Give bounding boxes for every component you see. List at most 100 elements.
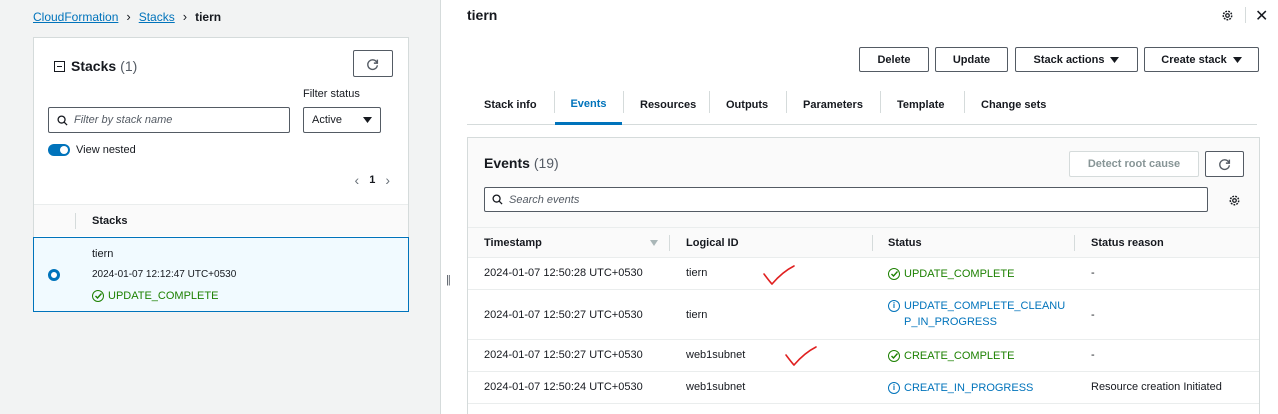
tab-outputs[interactable]: Outputs bbox=[726, 85, 768, 125]
event-status: i UPDATE_COMPLETE_CLEANU P_IN_PROGRESS bbox=[888, 298, 1065, 330]
chevron-right-icon: › bbox=[126, 9, 131, 24]
detect-root-cause-label: Detect root cause bbox=[1087, 158, 1181, 170]
stacks-pagination: ‹ 1 › bbox=[355, 172, 390, 188]
events-search-field[interactable] bbox=[484, 187, 1208, 212]
chevron-left-icon[interactable]: ‹ bbox=[355, 172, 360, 188]
info-circle-icon: i bbox=[888, 300, 900, 312]
event-status-text: UPDATE_COMPLETE bbox=[904, 268, 1015, 280]
stack-actions-label: Stack actions bbox=[1033, 53, 1105, 66]
stack-actions-button[interactable]: Stack actions bbox=[1015, 47, 1138, 72]
header-divider bbox=[1245, 7, 1246, 23]
table-row: 2024-01-07 12:50:24 UTC+0530 web1subnet … bbox=[468, 372, 1259, 404]
events-search-input[interactable] bbox=[509, 193, 1189, 206]
col-logical-id[interactable]: Logical ID bbox=[686, 237, 739, 249]
stack-status-text: UPDATE_COMPLETE bbox=[108, 290, 219, 302]
tab-resources[interactable]: Resources bbox=[640, 85, 696, 125]
search-icon bbox=[57, 114, 68, 126]
breadcrumb-current: tiern bbox=[195, 9, 222, 24]
event-timestamp: 2024-01-07 12:50:27 UTC+0530 bbox=[484, 309, 643, 321]
event-status: i CREATE_IN_PROGRESS bbox=[888, 380, 1033, 396]
stack-row[interactable]: tiern 2024-01-07 12:12:47 UTC+0530 UPDAT… bbox=[33, 237, 409, 312]
tab-events[interactable]: Events bbox=[555, 85, 622, 125]
event-status: UPDATE_COMPLETE bbox=[888, 266, 1014, 282]
event-status-text: CREATE_IN_PROGRESS bbox=[904, 382, 1034, 394]
refresh-icon bbox=[367, 58, 379, 70]
caret-down-icon bbox=[1232, 56, 1242, 63]
breadcrumb: CloudFormation › Stacks › tiern bbox=[33, 9, 221, 24]
breadcrumb-stacks[interactable]: Stacks bbox=[139, 10, 175, 24]
page-number[interactable]: 1 bbox=[369, 174, 375, 186]
tab-stack-info[interactable]: Stack info bbox=[484, 85, 537, 125]
create-stack-button[interactable]: Create stack bbox=[1144, 47, 1259, 72]
filter-status-value: Active bbox=[312, 114, 342, 126]
stack-name[interactable]: tiern bbox=[92, 248, 113, 260]
tab-divider bbox=[709, 91, 710, 113]
filter-status-label: Filter status bbox=[303, 88, 360, 100]
event-status-line1: UPDATE_COMPLETE_CLEANU bbox=[904, 300, 1066, 312]
caret-down-icon bbox=[1110, 56, 1120, 63]
event-timestamp: 2024-01-07 12:50:24 UTC+0530 bbox=[484, 381, 643, 393]
tab-template[interactable]: Template bbox=[897, 85, 944, 125]
red-checkmark-annotation bbox=[785, 346, 817, 367]
stack-search-input[interactable] bbox=[74, 114, 274, 126]
stack-status: UPDATE_COMPLETE bbox=[92, 290, 218, 302]
event-status: CREATE_COMPLETE bbox=[888, 348, 1014, 364]
check-circle-icon bbox=[92, 290, 104, 302]
table-row: 2024-01-07 12:50:28 UTC+0530 tiern UPDAT… bbox=[468, 258, 1259, 290]
event-status-text: CREATE_COMPLETE bbox=[904, 350, 1015, 362]
stack-tabs: Stack info Events Resources Outputs Para… bbox=[467, 85, 1257, 125]
stack-search-field[interactable] bbox=[48, 107, 290, 133]
event-status-reason: - bbox=[1091, 349, 1095, 361]
view-nested-label: View nested bbox=[76, 144, 136, 156]
stacks-side-panel: CloudFormation › Stacks › tiern Stacks (… bbox=[0, 0, 441, 414]
stack-created-time: 2024-01-07 12:12:47 UTC+0530 bbox=[92, 269, 237, 280]
events-refresh-button[interactable] bbox=[1205, 151, 1244, 177]
events-card: Events (19) Detect root cause Timestamp … bbox=[467, 137, 1260, 414]
column-divider bbox=[1074, 235, 1075, 251]
event-status-reason: Resource creation Initiated bbox=[1091, 381, 1222, 393]
stacks-card-title: Stacks (1) bbox=[54, 58, 137, 74]
panel-resize-handle[interactable]: || bbox=[446, 274, 451, 286]
stacks-refresh-button[interactable] bbox=[353, 50, 393, 77]
events-header: Events (19) Detect root cause bbox=[468, 138, 1259, 227]
view-nested-toggle[interactable] bbox=[48, 144, 70, 156]
red-checkmark-annotation bbox=[763, 265, 795, 286]
tab-divider bbox=[623, 91, 624, 113]
search-icon bbox=[492, 194, 503, 205]
sort-down-icon[interactable] bbox=[650, 240, 658, 246]
events-table-header: Timestamp Logical ID Status Status reaso… bbox=[468, 227, 1259, 258]
update-button[interactable]: Update bbox=[935, 47, 1008, 72]
chevron-right-icon[interactable]: › bbox=[385, 172, 390, 188]
page-title: tiern bbox=[467, 7, 498, 23]
events-title: Events (19) bbox=[484, 155, 559, 171]
stacks-title-text: Stacks bbox=[71, 58, 117, 74]
col-status-reason[interactable]: Status reason bbox=[1091, 237, 1164, 249]
tab-change-sets[interactable]: Change sets bbox=[981, 85, 1046, 125]
event-status-reason: - bbox=[1091, 267, 1095, 279]
event-timestamp: 2024-01-07 12:50:28 UTC+0530 bbox=[484, 267, 643, 279]
close-icon[interactable]: ✕ bbox=[1255, 6, 1268, 26]
filter-status-select[interactable]: Active bbox=[303, 107, 381, 133]
table-settings-gear-icon[interactable] bbox=[1228, 194, 1241, 207]
column-divider bbox=[872, 235, 873, 251]
delete-button[interactable]: Delete bbox=[859, 47, 929, 72]
breadcrumb-cloudformation[interactable]: CloudFormation bbox=[33, 10, 118, 24]
col-status[interactable]: Status bbox=[888, 237, 922, 249]
event-logical-id: tiern bbox=[686, 309, 708, 321]
stack-radio-selected[interactable] bbox=[48, 269, 60, 281]
column-divider bbox=[669, 235, 670, 251]
stacks-card: Stacks (1) Filter status Active View nes… bbox=[33, 37, 409, 312]
check-circle-icon bbox=[888, 268, 900, 280]
stacks-count: (1) bbox=[120, 58, 138, 74]
caret-down-icon bbox=[363, 117, 372, 123]
delete-button-label: Delete bbox=[877, 53, 911, 66]
event-logical-id: web1subnet bbox=[686, 381, 746, 393]
collapse-icon[interactable] bbox=[54, 60, 65, 72]
info-circle-icon: i bbox=[888, 382, 900, 394]
detect-root-cause-button[interactable]: Detect root cause bbox=[1069, 151, 1199, 177]
gear-icon[interactable] bbox=[1221, 9, 1234, 22]
col-timestamp[interactable]: Timestamp bbox=[484, 237, 542, 249]
tab-parameters[interactable]: Parameters bbox=[803, 85, 863, 125]
event-timestamp: 2024-01-07 12:50:27 UTC+0530 bbox=[484, 349, 643, 361]
check-circle-icon bbox=[888, 350, 900, 362]
